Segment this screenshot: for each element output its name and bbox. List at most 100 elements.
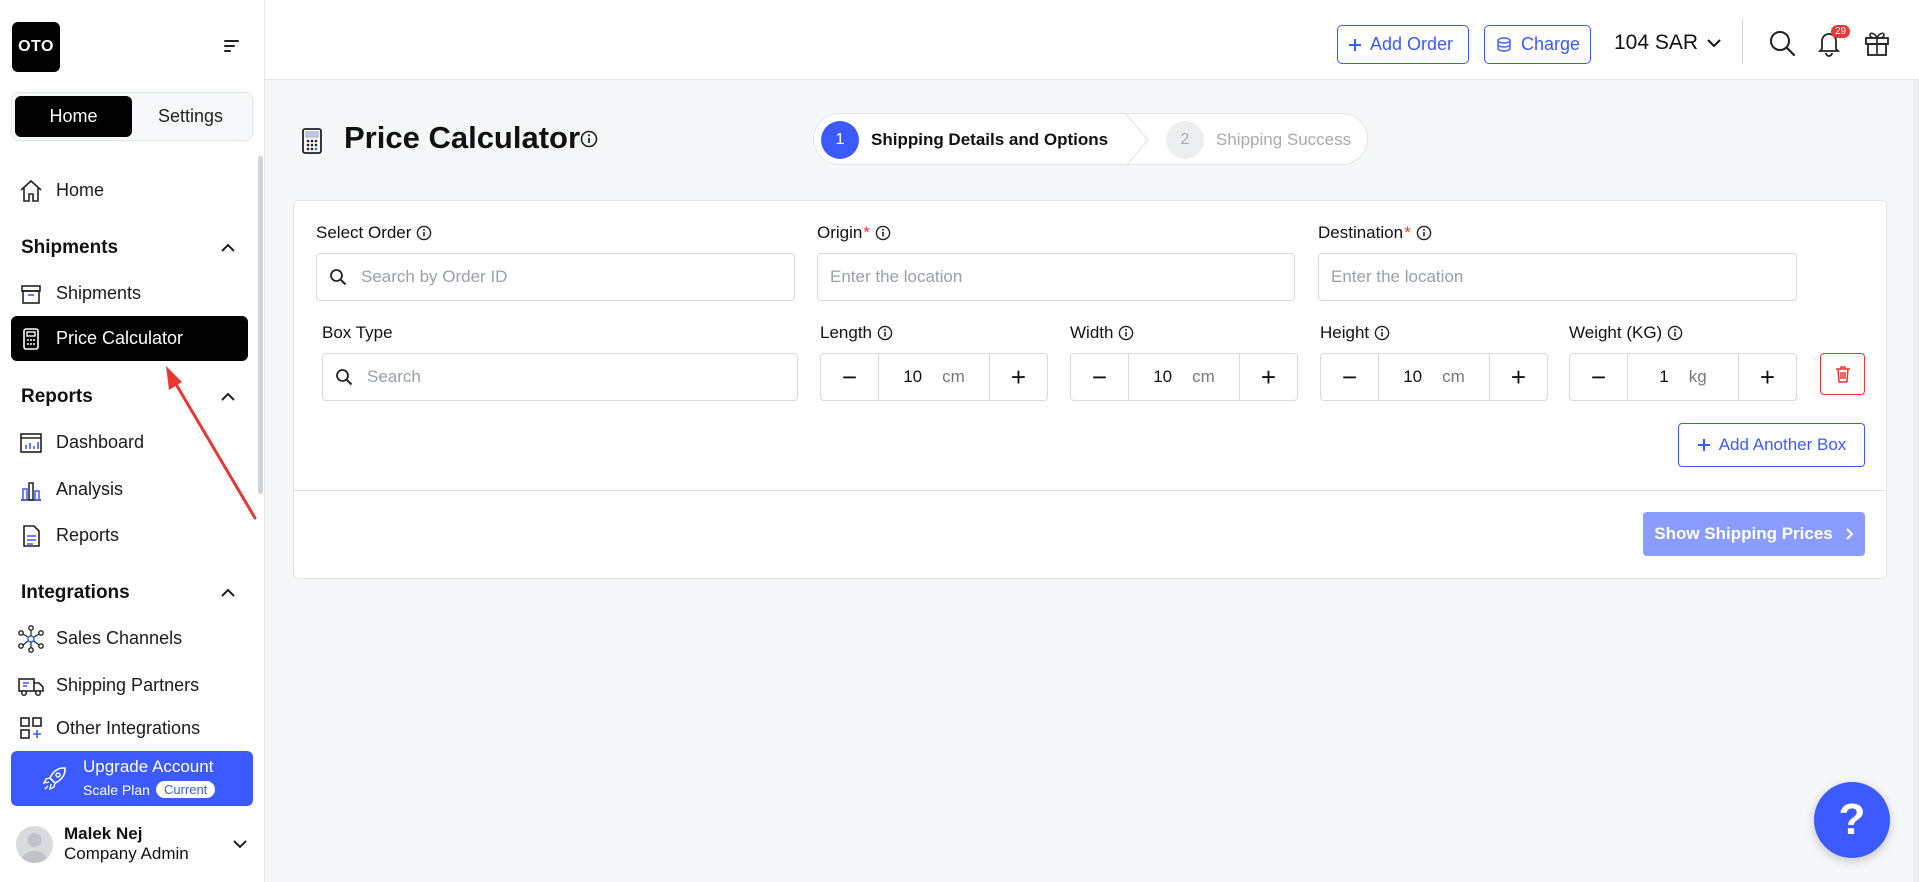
height-value-field[interactable]: 10 cm [1378,354,1490,400]
length-value-field[interactable]: 10 cm [878,354,990,400]
sidebar-item-label: Shipping Partners [56,675,200,695]
label-text: Width [1070,323,1114,342]
upgrade-account-button[interactable]: Upgrade Account Scale Plan Current [11,751,253,806]
label-text: Height [1320,323,1370,342]
tab-settings[interactable]: Settings [132,96,249,137]
show-prices-label: Show Shipping Prices [1654,524,1833,543]
tab-home[interactable]: Home [15,96,132,137]
width-decrement-button[interactable]: − [1071,354,1128,400]
height-increment-button[interactable]: + [1490,354,1547,400]
height-label: Height [1320,323,1390,343]
info-icon[interactable] [416,225,432,241]
sidebar-item-other-integrations[interactable]: Other Integrations [11,710,248,746]
charge-button[interactable]: Charge [1484,25,1591,64]
width-increment-button[interactable]: + [1240,354,1297,400]
destination-label: Destination * [1318,223,1432,243]
box-type-input[interactable]: Search [322,353,798,401]
sidebar-item-price-calculator[interactable]: Price Calculator [11,316,248,361]
add-order-label: Add Order [1370,34,1454,54]
step-1[interactable]: 1 Shipping Details and Options [814,114,1134,164]
step-separator-icon [1124,114,1154,164]
help-button[interactable]: ? [1814,782,1890,858]
weight-value: 1 [1659,367,1669,386]
chevron-up-icon [220,588,236,598]
calculator-icon [300,127,326,155]
upgrade-title: Upgrade Account [83,757,214,776]
sidebar-item-label: Dashboard [56,432,145,452]
sidebar-item-label: Reports [56,525,120,545]
info-icon[interactable] [877,325,893,341]
origin-label: Origin * [817,223,891,243]
info-icon[interactable] [1416,225,1432,241]
sidebar-item-label: Analysis [56,479,124,499]
weight-unit: kg [1688,367,1707,386]
info-icon[interactable] [580,130,598,148]
weight-value-field[interactable]: 1 kg [1627,354,1739,400]
plan-line: Scale Plan Current [83,781,216,798]
sidebar-item-sales-channels[interactable]: Sales Channels [11,616,248,661]
weight-label: Weight (KG) [1569,323,1683,343]
progress-stepper: 1 Shipping Details and Options 2 Shippin… [813,113,1368,165]
destination-input[interactable]: Enter the location [1318,253,1797,301]
section-integrations[interactable]: Integrations [21,578,236,608]
width-value-field[interactable]: 10 cm [1128,354,1240,400]
length-decrement-button[interactable]: − [821,354,878,400]
section-shipments[interactable]: Shipments [21,233,236,263]
required-marker: * [1404,223,1411,242]
sidebar-item-shipments[interactable]: Shipments [11,271,248,316]
info-icon[interactable] [875,225,891,241]
weight-increment-button[interactable]: + [1739,354,1796,400]
chevron-right-icon [1845,527,1854,541]
select-order-input[interactable]: Search by Order ID [316,253,795,301]
chevron-down-icon [232,839,248,849]
plus-icon [1348,38,1362,52]
grid-icon [16,713,46,743]
section-title: Shipments [21,237,119,258]
user-info: Malek Nej Company Admin [64,824,232,864]
add-order-button[interactable]: Add Order [1337,25,1469,64]
info-icon[interactable] [1118,325,1134,341]
page-title: Price Calculator [344,120,581,155]
height-decrement-button[interactable]: − [1321,354,1378,400]
height-unit: cm [1442,367,1465,386]
length-increment-button[interactable]: + [990,354,1047,400]
weight-decrement-button[interactable]: − [1570,354,1627,400]
height-stepper: − 10 cm + [1320,353,1548,401]
sidebar-item-shipping-partners[interactable]: Shipping Partners [11,663,248,708]
page-scrollbar[interactable] [1913,80,1919,882]
height-value: 10 [1403,367,1423,386]
notifications-bell-icon[interactable]: 29 [1814,25,1851,60]
balance-dropdown[interactable]: 104 SAR [1614,31,1722,55]
label-text: Length [820,323,872,342]
length-unit: cm [942,367,965,386]
origin-input[interactable]: Enter the location [817,253,1295,301]
weight-stepper: − 1 kg + [1569,353,1797,401]
network-icon [16,624,46,654]
plus-icon [1697,438,1711,452]
show-shipping-prices-button[interactable]: Show Shipping Prices [1643,512,1865,556]
length-label: Length [820,323,893,343]
document-icon [16,521,46,551]
user-role: Company Admin [64,844,189,863]
calculator-icon [16,324,46,354]
search-icon[interactable] [1767,28,1799,60]
label-text: Origin [817,223,863,242]
info-icon[interactable] [1667,325,1683,341]
info-icon[interactable] [1374,325,1390,341]
sidebar-item-home[interactable]: Home [11,168,248,213]
user-menu[interactable]: Malek Nej Company Admin [16,820,248,868]
sidebar-item-label: Other Integrations [56,717,201,738]
dashboard-icon [16,428,46,458]
step-label: Shipping Success [1216,130,1352,149]
collapse-sidebar-icon[interactable] [220,36,242,56]
step-2[interactable]: 2 Shipping Success [1159,114,1352,164]
gift-icon[interactable] [1862,28,1894,60]
label-text: Weight (KG) [1569,323,1663,342]
delete-box-button[interactable] [1820,353,1865,395]
label-text: Destination [1318,223,1404,242]
rocket-icon [41,765,69,793]
add-another-box-button[interactable]: Add Another Box [1678,423,1865,467]
oto-logo[interactable]: OTO [12,22,60,72]
label-text: Select Order [316,223,412,242]
width-value: 10 [1153,367,1173,386]
